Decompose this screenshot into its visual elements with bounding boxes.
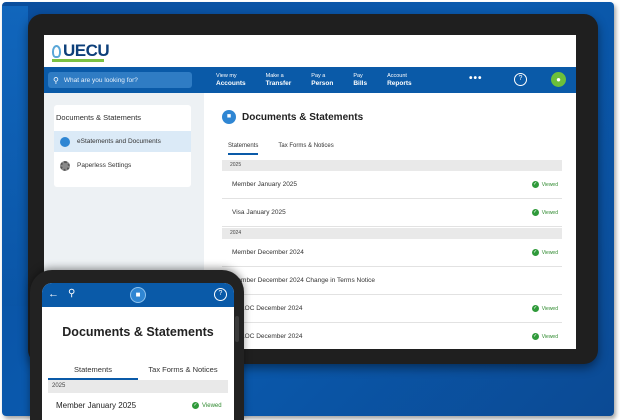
status-text: Viewed	[541, 209, 558, 216]
statement-label: Visa January 2025	[232, 209, 286, 216]
year-header: 2025	[48, 380, 228, 393]
nav-item-bottom: Person	[311, 80, 334, 87]
status-text: Viewed	[202, 402, 222, 409]
sidebar-item-label: Paperless Settings	[77, 162, 132, 169]
nav-item-top: Account	[387, 73, 407, 79]
statement-row[interactable]: HELOC December 2024 ✓ Viewed	[222, 295, 562, 323]
frame-accent-strip	[2, 6, 28, 306]
more-menu-button[interactable]: •••	[469, 73, 483, 84]
document-icon	[60, 136, 70, 147]
uecu-logo[interactable]: UECU	[52, 41, 110, 61]
gear-icon	[60, 160, 70, 171]
help-icon[interactable]: ?	[514, 73, 527, 86]
search-icon[interactable]: ⚲	[68, 288, 75, 299]
viewed-badge: ✓ Viewed	[531, 209, 558, 216]
statement-row[interactable]: Member December 2024 ✓ Viewed	[222, 239, 562, 267]
document-icon: ■	[222, 110, 236, 124]
nav-view-accounts[interactable]: View my Accounts	[216, 73, 246, 87]
nav-item-bottom: Accounts	[216, 80, 246, 87]
viewed-badge: ✓ Viewed	[192, 402, 222, 409]
check-icon: ✓	[531, 333, 539, 340]
viewed-badge: ✓ Viewed	[531, 249, 558, 256]
sidebar-title: Documents & Statements	[56, 113, 142, 122]
logo-accent-bar	[52, 59, 104, 62]
status-text: Viewed	[541, 333, 558, 340]
lightbulb-icon	[52, 44, 61, 58]
nav-items: View my Accounts Make a Transfer Pay a Pers…	[216, 73, 432, 87]
logo-text: UECU	[63, 41, 110, 60]
phone-tabs: Statements Tax Forms & Notices	[48, 365, 228, 380]
nav-item-top: Make a	[265, 73, 284, 79]
statement-label: Member December 2024	[232, 249, 304, 256]
tab-tax-forms[interactable]: Tax Forms & Notices	[138, 365, 228, 380]
check-icon: ✓	[531, 249, 539, 256]
nav-account-reports[interactable]: Account Reports	[387, 73, 412, 87]
nav-item-bottom: Transfer	[265, 80, 292, 87]
viewed-badge: ✓ Viewed	[531, 333, 558, 340]
nav-pay-person[interactable]: Pay a Person	[311, 73, 333, 87]
help-icon[interactable]: ?	[214, 288, 227, 301]
back-arrow-icon[interactable]: ←	[48, 288, 59, 300]
nav-item-top: Pay a	[311, 73, 326, 79]
sidebar-item-paperless-settings[interactable]: Paperless Settings	[54, 155, 191, 176]
site-header: UECU	[44, 35, 576, 67]
nav-item-bottom: Bills	[353, 80, 368, 87]
search-icon: ⚲	[53, 75, 59, 85]
statement-tabs: Statements Tax Forms & Notices	[228, 143, 354, 155]
status-text: Viewed	[541, 249, 558, 256]
statement-row[interactable]: Member December 2024 Change in Terms Not…	[222, 267, 562, 295]
statement-row[interactable]: HELOC December 2024 ✓ Viewed	[222, 323, 562, 349]
nav-pay-bills[interactable]: Pay Bills	[353, 73, 367, 87]
tab-tax-forms[interactable]: Tax Forms & Notices	[278, 143, 333, 155]
phone-top-bar: ← ⚲ ■ ?	[42, 283, 234, 307]
check-icon: ✓	[531, 305, 539, 312]
sidebar-card: Documents & Statements eStatements and D…	[54, 105, 191, 187]
status-text: Viewed	[541, 181, 558, 188]
year-header: 2025	[222, 160, 562, 171]
document-icon: ■	[130, 287, 146, 303]
sidebar-item-estatements[interactable]: eStatements and Documents	[54, 131, 191, 152]
viewed-badge: ✓ Viewed	[531, 181, 558, 188]
statement-label: Member December 2024 Change in Terms Not…	[232, 277, 375, 284]
nav-item-top: Pay	[353, 73, 363, 79]
search-placeholder: What are you looking for?	[63, 76, 138, 84]
phone-page-title: Documents & Statements	[62, 325, 214, 339]
main-navbar: ⚲ What are you looking for? View my Accou…	[44, 67, 576, 93]
statement-row[interactable]: Visa January 2025 ✓ Viewed	[222, 199, 562, 227]
sidebar-item-label: eStatements and Documents	[77, 138, 161, 145]
check-icon: ✓	[531, 209, 539, 216]
year-header: 2024	[222, 228, 562, 239]
check-icon: ✓	[531, 181, 539, 188]
status-text: Viewed	[541, 305, 558, 312]
statement-row[interactable]: Member January 2025 ✓ Viewed	[222, 171, 562, 199]
statement-label: Member January 2025	[232, 181, 298, 188]
search-input[interactable]: ⚲ What are you looking for?	[48, 72, 192, 88]
tab-statements[interactable]: Statements	[48, 365, 138, 380]
viewed-badge: ✓ Viewed	[531, 305, 558, 312]
user-avatar-icon[interactable]: ●	[551, 72, 566, 87]
nav-item-top: View my	[216, 73, 237, 79]
page-title: Documents & Statements	[242, 112, 364, 123]
nav-make-transfer[interactable]: Make a Transfer	[266, 73, 292, 87]
main-panel: ■ Documents & Statements Statements Tax …	[222, 93, 564, 349]
phone-side-button	[235, 316, 239, 342]
check-icon: ✓	[192, 402, 199, 409]
nav-item-bottom: Reports	[387, 80, 412, 87]
tab-statements[interactable]: Statements	[228, 143, 259, 155]
phone-screen: ← ⚲ ■ ? Documents & Statements Statement…	[42, 283, 234, 420]
